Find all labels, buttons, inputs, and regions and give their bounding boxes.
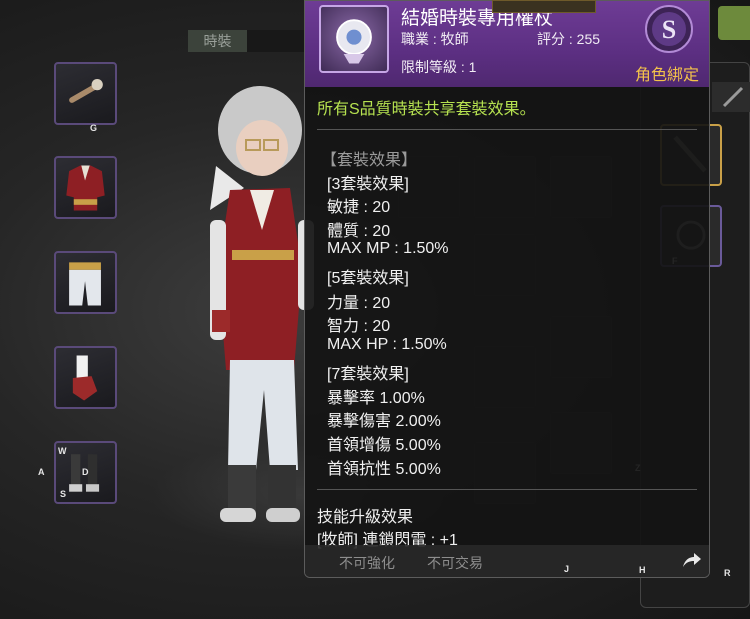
no-trade-label: 不可交易 — [427, 555, 483, 571]
notice-badge — [492, 0, 596, 13]
skill-upgrade-heading: 技能升級效果 — [317, 509, 414, 526]
set-stat: 暴擊傷害 2.00% — [327, 413, 441, 430]
grade-letter: S — [662, 15, 676, 44]
set-stat: 首領抗性 5.00% — [327, 461, 441, 478]
hotkey-h: H — [639, 565, 646, 575]
set-stat: MAX MP : 1.50% — [327, 240, 449, 257]
hotkey-w: W — [58, 446, 67, 456]
item-icon — [319, 5, 389, 73]
set-stat: 體質 : 20 — [327, 223, 391, 240]
job-requirement: 職業 : 牧師 — [401, 31, 469, 47]
set-effect-heading: 【套裝效果】 — [321, 152, 418, 169]
hotkey-s: S — [60, 489, 67, 499]
hotkey-d: D — [82, 467, 89, 477]
set-stat: 敏捷 : 20 — [327, 199, 391, 216]
share-button[interactable] — [679, 549, 703, 571]
set-tier-title: [7套裝效果] — [327, 366, 409, 383]
tooltip-header: 結婚時裝專用權杖 職業 : 牧師 評分 : 255 限制等級 : 1 角色綁定 … — [305, 1, 709, 87]
wedding-scepter-icon — [336, 19, 372, 64]
tab-other[interactable] — [247, 30, 306, 52]
set-tier-title: [5套裝效果] — [327, 270, 409, 287]
set-stat: 首領增傷 5.00% — [327, 437, 441, 454]
costume-slot-top[interactable] — [54, 156, 117, 219]
level-requirement: 限制等級 : 1 — [401, 59, 477, 75]
hotkey-a: A — [38, 467, 45, 477]
divider — [317, 489, 697, 490]
tab-costume[interactable]: 時裝 — [188, 30, 247, 52]
set-share-note: 所有S品質時裝共享套裝效果。 — [317, 101, 536, 118]
set-stat: 力量 : 20 — [327, 295, 391, 312]
costume-slot-pants[interactable] — [54, 251, 117, 314]
scepter-icon — [69, 78, 103, 103]
costume-slot-gloves[interactable] — [54, 346, 117, 409]
tooltip-footer: 不可強化 不可交易 J H — [305, 545, 709, 577]
hotkey-j: J — [564, 564, 570, 574]
hotkey-g: G — [90, 123, 98, 133]
bind-status: 角色綁定 — [634, 67, 699, 84]
divider — [317, 129, 697, 130]
costume-tab-bar: 時裝 — [188, 30, 306, 52]
share-arrow-icon — [683, 553, 701, 567]
sort-button[interactable] — [712, 82, 750, 112]
costume-slot-weapon[interactable] — [54, 62, 117, 125]
set-stat: MAX HP : 1.50% — [327, 336, 447, 353]
item-tooltip: 結婚時裝專用權杖 職業 : 牧師 評分 : 255 限制等級 : 1 角色綁定 … — [304, 0, 710, 578]
item-score: 評分 : 255 — [537, 31, 601, 47]
no-enhance-label: 不可強化 — [339, 555, 395, 571]
pants-icon — [69, 262, 101, 306]
gloves-icon — [72, 355, 98, 401]
set-stat: 暴擊率 1.00% — [327, 390, 425, 407]
robe-top-icon — [66, 165, 105, 211]
grade-badge: S — [641, 3, 697, 55]
confirm-button[interactable] — [718, 6, 750, 40]
hotkey-r: R — [724, 568, 731, 578]
set-tier-title: [3套裝效果] — [327, 176, 409, 193]
set-stat: 智力 : 20 — [327, 318, 391, 335]
sword-icon — [722, 86, 744, 108]
